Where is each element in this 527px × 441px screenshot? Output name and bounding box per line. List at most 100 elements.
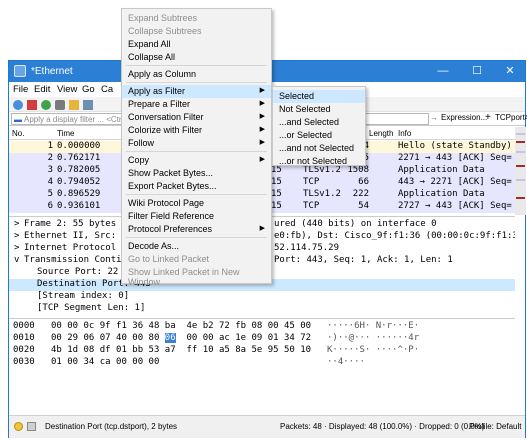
filter-bookmark-button[interactable]: TCPport443	[495, 113, 527, 122]
column-length[interactable]: Length	[369, 129, 393, 138]
start-capture-icon[interactable]	[13, 100, 23, 110]
menu-item-label: Prepare a Filter	[128, 99, 191, 109]
menu-item-conversation-filter[interactable]: Conversation Filter ▶	[122, 111, 271, 124]
menu-item-show-packet-bytes[interactable]: Show Packet Bytes...	[122, 167, 271, 180]
collapsed-arrow-icon[interactable]: >	[14, 243, 19, 253]
add-filter-button[interactable]: +	[485, 112, 491, 123]
packet-no: 1	[47, 141, 53, 151]
expression-button[interactable]: Expression...	[441, 113, 487, 122]
hex-row[interactable]: 0030 01 00 34 ca 00 00 00 ··4····	[9, 357, 515, 369]
hex-offset: 0000	[13, 321, 35, 331]
capture-options-icon[interactable]	[55, 100, 65, 110]
menu-item-label: Follow	[128, 138, 155, 148]
menu-item-selected[interactable]: Selected	[273, 90, 365, 103]
menu-item-apply-as-column[interactable]: Apply as Column	[122, 68, 271, 81]
menu-item-label: ...or Selected	[279, 130, 333, 140]
wireshark-app-icon	[14, 65, 26, 77]
packet-minimap[interactable]	[515, 127, 526, 215]
column-info[interactable]: Info	[398, 129, 411, 138]
menu-item-label: Apply as Filter	[128, 86, 186, 96]
menu-item-decode-as[interactable]: Decode As...	[122, 240, 271, 253]
packet-info: Application Data	[398, 165, 485, 175]
detail-text: Transmission Conti	[24, 255, 122, 265]
packet-time: 0.782005	[57, 165, 101, 175]
menu-item-not-selected[interactable]: Not Selected	[273, 103, 365, 116]
menu-item-label: Go to Linked Packet	[128, 254, 210, 264]
detail-text-tail: Port: 443, Seq: 1, Ack: 1, Len: 1	[274, 255, 453, 265]
menu-view[interactable]: View	[57, 84, 77, 95]
minimap-mark	[516, 133, 525, 135]
menu-item-colorize-with-filter[interactable]: Colorize with Filter ▶	[122, 124, 271, 137]
menu-go[interactable]: Go	[82, 84, 95, 95]
menu-item-label: Show Linked Packet in New Window	[128, 267, 240, 287]
submenu-arrow-icon: ▶	[259, 87, 265, 94]
menu-item-collapse-all[interactable]: Collapse All	[122, 51, 271, 64]
close-button[interactable]: ✕	[494, 61, 526, 82]
menu-item-collapse-subtrees: Collapse Subtrees	[122, 25, 271, 38]
packet-bytes[interactable]: 0000 00 00 0c 9f f1 36 48 ba 4e b2 72 fb …	[9, 318, 515, 414]
menu-item-protocol-preferences[interactable]: Protocol Preferences ▶	[122, 223, 271, 236]
minimize-button[interactable]: —	[427, 61, 459, 82]
menu-item-apply-as-filter[interactable]: Apply as Filter ▶	[122, 85, 271, 98]
hex-bytes-part: 00 00 0c 9f f1 36 48 ba 4e b2 72 fb 08 0…	[51, 321, 312, 331]
hex-ascii: ·····6H· N·r···E·	[327, 321, 420, 331]
menu-item-label: Decode As...	[128, 241, 180, 251]
menu-item-export-packet-bytes[interactable]: Export Packet Bytes...	[122, 180, 271, 193]
menu-item-wiki-protocol-page[interactable]: Wiki Protocol Page	[122, 197, 271, 210]
menu-item-expand-all[interactable]: Expand All	[122, 38, 271, 51]
collapsed-arrow-icon[interactable]: >	[14, 231, 19, 241]
capture-file-properties-icon[interactable]	[27, 422, 36, 431]
minimap-mark	[516, 179, 525, 181]
minimap-mark	[516, 141, 525, 143]
packet-no: 3	[47, 165, 53, 175]
bookmark-icon[interactable]: ▬	[14, 115, 22, 124]
packet-info: Application Data	[398, 189, 485, 199]
column-no[interactable]: No.	[12, 129, 24, 138]
stop-capture-icon[interactable]	[27, 100, 37, 110]
menu-item-or-not-selected[interactable]: ...or not Selected	[273, 155, 365, 168]
maximize-button[interactable]: ☐	[461, 61, 493, 82]
detail-row[interactable]: [TCP Segment Len: 1]	[9, 303, 515, 315]
detail-text-tail: ured (440 bits) on interface 0	[274, 219, 437, 229]
menu-item-or-selected[interactable]: ...or Selected	[273, 129, 365, 142]
expanded-arrow-icon[interactable]: v	[14, 255, 19, 265]
menu-item-expand-subtrees: Expand Subtrees	[122, 12, 271, 25]
menu-item-filter-field-reference[interactable]: Filter Field Reference	[122, 210, 271, 223]
menu-edit[interactable]: Edit	[34, 84, 50, 95]
context-menu: Expand Subtrees Collapse Subtrees Expand A…	[121, 8, 272, 287]
detail-row[interactable]: [Stream index: 0]	[9, 291, 515, 303]
detail-text: Source Port: 22	[37, 267, 119, 277]
packet-time: 0.000000	[57, 141, 101, 151]
status-profile[interactable]: Profile: Default	[469, 422, 521, 431]
packet-info: 2727 → 443 [ACK] Seq=	[398, 201, 512, 211]
hex-row[interactable]: 0020 4b 1d 08 df 01 bb 53 a7 ff 10 a5 8a …	[9, 345, 515, 357]
menu-item-label: Collapse Subtrees	[128, 26, 202, 36]
open-file-icon[interactable]	[69, 100, 79, 110]
column-time[interactable]: Time	[57, 129, 74, 138]
hex-bytes-part: 01 00 34 ca 00 00 00	[51, 357, 160, 367]
menu-item-and-not-selected[interactable]: ...and not Selected	[273, 142, 365, 155]
hex-row[interactable]: 0010 00 29 06 07 40 00 80 06 00 00 ac 1e …	[9, 333, 515, 345]
menu-item-prepare-a-filter[interactable]: Prepare a Filter ▶	[122, 98, 271, 111]
menu-capture[interactable]: Ca	[101, 84, 113, 95]
menu-item-follow[interactable]: Follow ▶	[122, 137, 271, 150]
packet-info: 443 → 2271 [ACK] Seq=	[398, 177, 512, 187]
status-field-info: Destination Port (tcp.dstport), 2 bytes	[45, 422, 178, 431]
menu-item-label: Not Selected	[279, 104, 331, 114]
menu-item-label: Expand Subtrees	[128, 13, 198, 23]
menu-item-copy[interactable]: Copy ▶	[122, 154, 271, 167]
hex-row[interactable]: 0000 00 00 0c 9f f1 36 48 ba 4e b2 72 fb …	[9, 321, 515, 333]
expert-info-icon[interactable]	[14, 422, 23, 431]
packet-address-fragment: 15	[271, 201, 282, 211]
menu-item-label: Selected	[279, 91, 315, 101]
hex-byte-selected[interactable]: 06	[164, 333, 176, 343]
collapsed-arrow-icon[interactable]: >	[14, 219, 19, 229]
menu-file[interactable]: File	[13, 84, 28, 95]
status-packet-counts: Packets: 48 · Displayed: 48 (100.0%) · D…	[280, 422, 485, 431]
submenu-arrow-icon: ▶	[259, 225, 265, 232]
detail-text-tail: e0:fb), Dst: Cisco_9f:f1:36 (00:00:0c:9f…	[274, 231, 515, 241]
menu-item-and-selected[interactable]: ...and Selected	[273, 116, 365, 129]
save-file-icon[interactable]	[83, 100, 93, 110]
restart-capture-icon[interactable]	[41, 100, 51, 110]
apply-filter-arrow-icon[interactable]: →	[430, 113, 438, 122]
